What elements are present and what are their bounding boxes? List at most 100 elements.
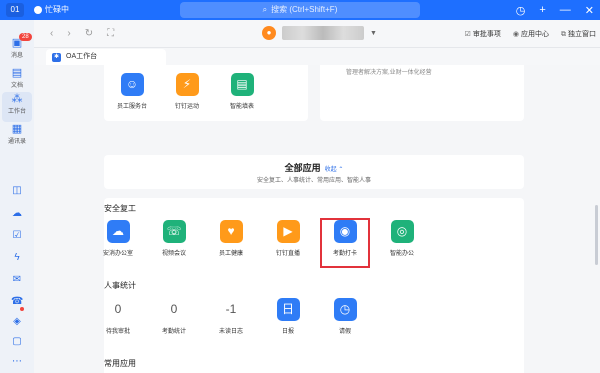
- app-name: 视频会议: [161, 251, 186, 257]
- contacts-icon: ▦: [11, 123, 23, 135]
- app-dingtalk-live[interactable]: ▶ 钉钉直播: [260, 220, 316, 257]
- standalone-window-link[interactable]: ⧉ 独立窗口: [561, 29, 596, 39]
- all-apps-subtitle: 安全复工、人事统计、常用应用、智能人事: [256, 178, 371, 184]
- global-search-bar[interactable]: ⌕ 搜索 (Ctrl+Shift+F): [180, 2, 420, 18]
- app-leave-request[interactable]: ◷ 请假: [317, 298, 373, 335]
- app-name: 智能办公: [389, 251, 414, 257]
- ding-icon[interactable]: ϟ: [11, 252, 23, 264]
- app-sections-card: 安全复工 ☁ 安消办公室 ☏ 视频会议 ♥ 员工健康 ▶ 钉钉直播 ◉ 考勤打卡…: [103, 198, 524, 373]
- cloud-office-icon: ☁: [106, 220, 130, 243]
- chevron-down-icon: ▼: [370, 29, 377, 37]
- sidebar-item-label: 通讯录: [7, 139, 26, 145]
- org-name-redacted: [282, 26, 364, 40]
- collapse-toggle[interactable]: 收起 ⌃: [325, 167, 344, 173]
- section-title-hr-stats: 人事统计: [104, 281, 136, 290]
- document-icon: ▤: [11, 67, 23, 79]
- smart-form-icon: ▤: [230, 73, 254, 96]
- search-placeholder: 搜索 (Ctrl+Shift+F): [271, 5, 338, 14]
- stat-pending-approval[interactable]: 0 待我审批: [90, 298, 146, 335]
- video-call-icon: ☏: [162, 220, 186, 243]
- title-bar: 01 忙碌中 ⌕ 搜索 (Ctrl+Shift+F) ◷ + — ✕: [0, 0, 600, 20]
- left-sidebar: ▣ 28 消息 ▤ 文档 ⁂ 工作台 ▦ 通讯录 ◫ ☁ ☑ ϟ ✉ ☎ ◈ ▢…: [0, 20, 34, 373]
- app-smart-form[interactable]: ▤ 智能填表: [214, 73, 270, 110]
- stat-label: 未读日志: [218, 329, 243, 335]
- sidebar-item-workbench[interactable]: ⁂ 工作台: [2, 92, 32, 122]
- management-solution-text: 管理者解决方案,业财一体化经营: [346, 70, 432, 76]
- window-controls: ◷ + — ✕: [516, 2, 594, 18]
- stat-attendance[interactable]: 0 考勤统计: [146, 298, 202, 335]
- nav-controls: ‹ › ↻ ⛶: [50, 28, 114, 39]
- clock-icon: ◷: [333, 298, 357, 321]
- app-name: 安消办公室: [102, 251, 133, 257]
- app-store-icon[interactable]: ◈: [11, 316, 23, 328]
- todo-check-icon[interactable]: ☑: [11, 230, 23, 242]
- main-content: ☺ 员工服务台 ⚡ 钉钉运动 ▤ 智能填表 管理者解决方案,业财一体化经营 全部…: [34, 65, 600, 373]
- app-daily-report[interactable]: 日 日报: [260, 298, 316, 335]
- vertical-scrollbar[interactable]: [595, 205, 598, 265]
- search-icon: ⌕: [262, 5, 268, 14]
- org-logo-icon: ●: [262, 26, 276, 40]
- management-solution-card[interactable]: 管理者解决方案,业财一体化经营: [320, 65, 524, 121]
- top-apps-card: ☺ 员工服务台 ⚡ 钉钉运动 ▤ 智能填表: [104, 65, 308, 121]
- app-center-icon: ◉: [512, 31, 519, 38]
- cloud-drive-icon[interactable]: ☁: [11, 208, 23, 220]
- app-safe-office[interactable]: ☁ 安消办公室: [90, 220, 146, 257]
- sidebar-item-label: 工作台: [7, 109, 26, 115]
- app-name: 请假: [338, 329, 351, 335]
- live-stream-icon: ▶: [276, 220, 300, 243]
- refresh-icon[interactable]: ↻: [85, 28, 93, 39]
- back-icon[interactable]: ‹: [50, 28, 53, 39]
- status-text: 忙碌中: [45, 5, 69, 14]
- workbench-icon: ⁂: [11, 93, 23, 105]
- stat-label: 考勤统计: [161, 329, 186, 335]
- sidebar-item-label: 文档: [10, 83, 23, 89]
- app-name: 员工健康: [218, 251, 243, 257]
- sidebar-item-messages[interactable]: ▣ 28 消息: [2, 33, 32, 66]
- notification-dot: [20, 307, 24, 311]
- history-icon[interactable]: ◷: [516, 4, 526, 17]
- mail-icon[interactable]: ✉: [11, 274, 23, 286]
- window-icon: ⧉: [561, 31, 566, 38]
- sports-icon: ⚡: [175, 73, 199, 96]
- app-name: 钉钉运动: [174, 104, 199, 110]
- all-apps-header: 全部应用 收起 ⌃ 安全复工、人事统计、常用应用、智能人事: [104, 155, 524, 189]
- status-dot-icon: [34, 6, 42, 14]
- minimize-icon[interactable]: —: [560, 4, 571, 16]
- app-name: 员工服务台: [116, 104, 147, 110]
- add-icon[interactable]: +: [539, 4, 545, 16]
- toolbar-links: ☑ 审批事项 ◉ 应用中心 ⧉ 独立窗口: [465, 29, 596, 39]
- employee-service-icon: ☺: [120, 73, 144, 96]
- app-dingtalk-sports[interactable]: ⚡ 钉钉运动: [159, 73, 215, 110]
- todo-label: 审批事项: [472, 31, 501, 38]
- todo-link[interactable]: ☑ 审批事项: [465, 29, 501, 39]
- app-employee-service[interactable]: ☺ 员工服务台: [104, 73, 160, 110]
- standalone-label: 独立窗口: [568, 31, 596, 38]
- app-center-link[interactable]: ◉ 应用中心: [513, 29, 549, 39]
- stat-value: 0: [170, 302, 178, 316]
- checklist-icon: ☑: [464, 31, 471, 38]
- app-video-meeting[interactable]: ☏ 视频会议: [146, 220, 202, 257]
- status-indicator[interactable]: 忙碌中: [34, 3, 69, 17]
- fullscreen-icon[interactable]: ⛶: [107, 28, 114, 39]
- stat-value: -1: [225, 302, 237, 316]
- oa-tab-icon: ✱: [52, 53, 61, 62]
- tab-oa-workbench[interactable]: ✱ OA工作台: [46, 49, 166, 65]
- tab-strip: ✱ OA工作台: [34, 48, 600, 65]
- sidebar-item-contacts[interactable]: ▦ 通讯录: [2, 122, 32, 152]
- box-icon[interactable]: ▢: [11, 336, 23, 348]
- close-icon[interactable]: ✕: [585, 4, 594, 17]
- calendar-icon[interactable]: ◫: [11, 185, 23, 197]
- forward-icon[interactable]: ›: [67, 28, 70, 39]
- app-name: 智能填表: [229, 104, 254, 110]
- stat-label: 待我审批: [105, 329, 130, 335]
- all-apps-title: 全部应用 收起 ⌃: [284, 163, 344, 173]
- stat-unread-logs[interactable]: -1 未读日志: [203, 298, 259, 335]
- user-avatar[interactable]: 01: [6, 3, 24, 17]
- browser-toolbar: ‹ › ↻ ⛶ ● ▼ ☑ 审批事项 ◉ 应用中心 ⧉ 独立窗口: [34, 20, 600, 48]
- app-employee-health[interactable]: ♥ 员工健康: [203, 220, 259, 257]
- org-switcher[interactable]: ● ▼: [262, 26, 377, 40]
- app-name: 钉钉直播: [275, 251, 300, 257]
- attendance-highlight-box: [320, 218, 370, 268]
- app-smart-office[interactable]: ◎ 智能办公: [374, 220, 430, 257]
- more-icon[interactable]: ⋯: [11, 356, 23, 368]
